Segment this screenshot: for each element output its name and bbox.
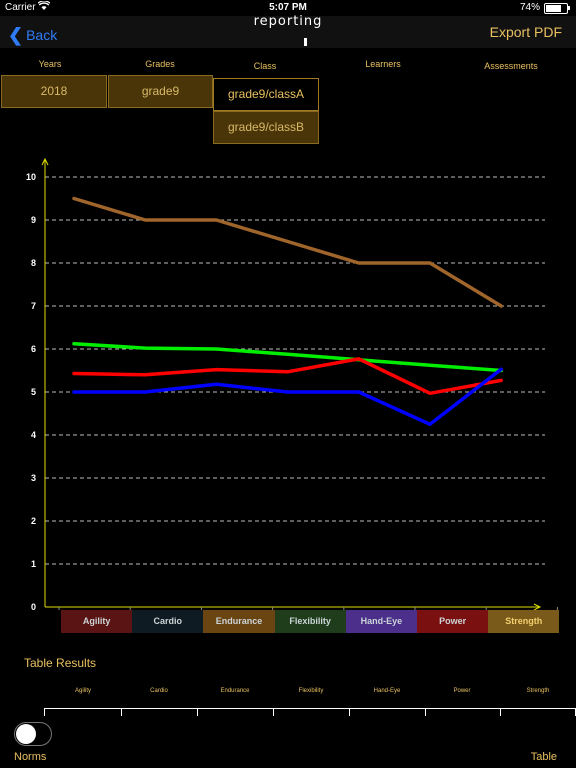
norms-toggle[interactable] [14, 722, 52, 746]
table-column-header: Agility [74, 688, 91, 694]
y-tick-label: 5 [31, 387, 36, 397]
y-tick-label: 3 [31, 473, 36, 483]
table-column-divider [349, 708, 350, 716]
table-column-divider [121, 708, 122, 716]
line-chart: 0 1 2 3 4 5 6 7 8 9 10 [26, 157, 558, 610]
learners-label[interactable]: Learners [333, 59, 433, 69]
clock: 5:07 PM [269, 2, 307, 13]
table-column-divider [44, 708, 45, 716]
legend-item: Agility [61, 610, 133, 633]
legend-item: Flexibility [274, 610, 346, 633]
table-column-header: Strength [526, 688, 550, 694]
battery-percent: 74% [519, 2, 540, 13]
export-pdf-button[interactable]: Export PDF [490, 24, 562, 40]
legend-item: Cardio [132, 610, 204, 633]
table-divider [44, 708, 576, 709]
table-column-divider [197, 708, 198, 716]
y-tick-label: 6 [31, 344, 36, 354]
battery-icon [544, 3, 570, 14]
y-tick-label: 7 [31, 301, 36, 311]
series-line [72, 367, 503, 427]
table-column-header: Cardio [150, 688, 168, 694]
y-tick-label: 8 [31, 258, 36, 268]
logo-mark-icon [304, 38, 307, 46]
series-line [72, 196, 503, 308]
norms-label: Norms [14, 751, 47, 763]
grade-selector[interactable]: grade9 [108, 75, 213, 108]
series-line [72, 357, 503, 396]
class-label: Class [253, 61, 277, 71]
year-selector[interactable]: 2018 [1, 75, 107, 108]
table-column-divider [273, 708, 274, 716]
toggle-knob [16, 724, 36, 744]
y-tick-label: 10 [26, 172, 36, 182]
table-results-title: Table Results [24, 656, 97, 670]
series-line [72, 342, 503, 373]
table-column-header: Flexibility [298, 688, 324, 694]
back-label: Back [26, 27, 58, 43]
legend-item: Endurance [203, 610, 275, 633]
y-tick-label: 1 [31, 559, 36, 569]
assessments-label[interactable]: Assessments [461, 61, 561, 71]
y-tick-label: 9 [31, 215, 36, 225]
grades-label: Grades [145, 59, 175, 69]
years-label: Years [38, 59, 62, 69]
table-column-header: Hand-Eye [373, 688, 401, 694]
navbar: ❮ Back reporting Export PDF [0, 14, 576, 48]
class-option-a[interactable]: grade9/classA [213, 78, 319, 111]
legend-item: Power [417, 610, 489, 633]
table-column-header: Power [453, 688, 471, 694]
y-tick-label: 4 [31, 430, 36, 440]
class-option-b[interactable]: grade9/classB [213, 111, 319, 144]
table-column-divider [425, 708, 426, 716]
table-column-divider [500, 708, 501, 716]
legend-item: Hand-Eye [345, 610, 417, 633]
table-button[interactable]: Table [531, 751, 557, 763]
legend-item: Strength [488, 610, 560, 633]
table-column-header: Endurance [220, 688, 250, 694]
y-tick-label: 0 [31, 602, 36, 610]
y-tick-label: 2 [31, 516, 36, 526]
